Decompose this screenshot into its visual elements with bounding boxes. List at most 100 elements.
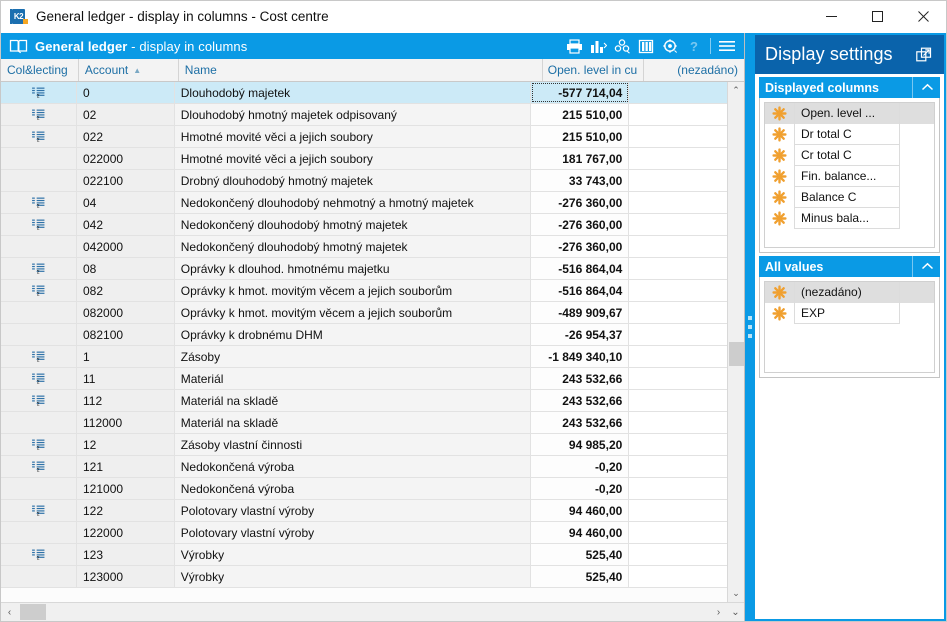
row-nezadano-cell[interactable] <box>629 456 728 477</box>
pivot-icon[interactable] <box>611 35 633 57</box>
table-row[interactable]: Σ 121 Nedokončená výroba -0,20 <box>1 456 728 478</box>
row-nezadano-cell[interactable] <box>629 522 728 543</box>
list-item[interactable]: Fin. balance... <box>765 165 934 187</box>
list-item[interactable]: Balance C <box>765 186 934 208</box>
horizontal-scroll-thumb[interactable] <box>20 604 46 620</box>
row-nezadano-cell[interactable] <box>629 104 728 125</box>
row-nezadano-cell[interactable] <box>629 214 728 235</box>
row-nezadano-cell[interactable] <box>629 82 728 103</box>
table-row[interactable]: 022100 Drobný dlouhodobý hmotný majetek 33… <box>1 170 728 192</box>
row-nezadano-cell[interactable] <box>629 126 728 147</box>
table-row[interactable]: 112000 Materiál na skladě 243 532,66 <box>1 412 728 434</box>
grid-vertical-scrollbar[interactable]: ⌃ ⌄ <box>727 82 744 602</box>
row-open-level-cell[interactable]: 33 743,00 <box>530 170 630 191</box>
row-open-level-cell[interactable]: -1 849 340,10 <box>530 346 630 367</box>
row-open-level-cell[interactable]: -577 714,04 <box>530 82 630 103</box>
section-header-all_values[interactable]: All values <box>759 256 940 277</box>
row-nezadano-cell[interactable] <box>629 258 728 279</box>
row-nezadano-cell[interactable] <box>629 500 728 521</box>
table-row[interactable]: 121000 Nedokončená výroba -0,20 <box>1 478 728 500</box>
table-row[interactable]: Σ 022 Hmotné movité věci a jejich soubory 2… <box>1 126 728 148</box>
table-row[interactable]: Σ 112 Materiál na skladě 243 532,66 <box>1 390 728 412</box>
menu-icon[interactable] <box>716 35 738 57</box>
list-item[interactable]: Minus bala... <box>765 207 934 229</box>
list-item[interactable]: EXP <box>765 302 934 324</box>
row-open-level-cell[interactable]: 215 510,00 <box>530 104 630 125</box>
row-nezadano-cell[interactable] <box>629 544 728 565</box>
row-nezadano-cell[interactable] <box>629 346 728 367</box>
row-open-level-cell[interactable]: -26 954,37 <box>530 324 630 345</box>
scroll-up-arrow-icon[interactable]: ⌃ <box>728 82 745 99</box>
chevron-up-icon[interactable] <box>912 77 934 98</box>
row-nezadano-cell[interactable] <box>629 566 728 587</box>
row-open-level-cell[interactable]: 215 510,00 <box>530 126 630 147</box>
row-nezadano-cell[interactable] <box>629 478 728 499</box>
row-open-level-cell[interactable]: 94 460,00 <box>530 500 630 521</box>
table-row[interactable]: 082100 Oprávky k drobnému DHM -26 954,37 <box>1 324 728 346</box>
table-row[interactable]: Σ 04 Nedokončený dlouhodobý nehmotný a hmo… <box>1 192 728 214</box>
columns-icon[interactable] <box>635 35 657 57</box>
grid-horizontal-scrollbar[interactable]: ‹ › ⌄ <box>1 602 744 621</box>
section-header-displayed_columns[interactable]: Displayed columns <box>759 77 940 98</box>
column-header-account[interactable]: Account ▲ <box>78 59 179 81</box>
row-nezadano-cell[interactable] <box>629 192 728 213</box>
row-open-level-cell[interactable]: 94 985,20 <box>530 434 630 455</box>
table-row[interactable]: Σ 042 Nedokončený dlouhodobý hmotný majete… <box>1 214 728 236</box>
table-row[interactable]: Σ 0 Dlouhodobý majetek -577 714,04 <box>1 82 728 104</box>
scroll-down-arrow-icon[interactable]: ⌄ <box>728 585 745 602</box>
column-header-collecting[interactable]: Col&lecting <box>1 59 79 81</box>
row-open-level-cell[interactable]: 525,40 <box>530 566 630 587</box>
row-nezadano-cell[interactable] <box>629 324 728 345</box>
table-row[interactable]: Σ 12 Zásoby vlastní činnosti 94 985,20 <box>1 434 728 456</box>
row-open-level-cell[interactable]: 243 532,66 <box>530 390 630 411</box>
maximize-button[interactable] <box>854 1 900 32</box>
row-open-level-cell[interactable]: -276 360,00 <box>530 214 630 235</box>
table-row[interactable]: 042000 Nedokončený dlouhodobý hmotný maje… <box>1 236 728 258</box>
row-open-level-cell[interactable]: 94 460,00 <box>530 522 630 543</box>
print-icon[interactable] <box>563 35 585 57</box>
row-open-level-cell[interactable]: -0,20 <box>530 478 630 499</box>
row-nezadano-cell[interactable] <box>629 302 728 323</box>
row-nezadano-cell[interactable] <box>629 412 728 433</box>
open-in-new-window-icon[interactable] <box>914 45 934 65</box>
row-nezadano-cell[interactable] <box>629 434 728 455</box>
minimize-button[interactable] <box>808 1 854 32</box>
row-open-level-cell[interactable]: -276 360,00 <box>530 236 630 257</box>
row-open-level-cell[interactable]: -276 360,00 <box>530 192 630 213</box>
row-open-level-cell[interactable]: 243 532,66 <box>530 412 630 433</box>
table-row[interactable]: 123000 Výrobky 525,40 <box>1 566 728 588</box>
pane-splitter[interactable] <box>745 33 755 621</box>
row-open-level-cell[interactable]: -516 864,04 <box>530 280 630 301</box>
scroll-down-chevron-icon[interactable]: ⌄ <box>727 603 744 621</box>
row-nezadano-cell[interactable] <box>629 368 728 389</box>
column-header-open-level[interactable]: Open. level in cu <box>543 59 645 81</box>
table-row[interactable]: Σ 11 Materiál 243 532,66 <box>1 368 728 390</box>
table-row[interactable]: Σ 1 Zásoby -1 849 340,10 <box>1 346 728 368</box>
table-row[interactable]: Σ 123 Výrobky 525,40 <box>1 544 728 566</box>
close-button[interactable] <box>900 1 946 32</box>
row-open-level-cell[interactable]: 525,40 <box>530 544 630 565</box>
row-nezadano-cell[interactable] <box>629 170 728 191</box>
table-row[interactable]: 082000 Oprávky k hmot. movitým věcem a je… <box>1 302 728 324</box>
chevron-up-icon[interactable] <box>912 256 934 277</box>
column-header-name[interactable]: Name <box>178 59 544 81</box>
vertical-scroll-track[interactable] <box>728 99 745 585</box>
row-nezadano-cell[interactable] <box>629 280 728 301</box>
column-header-nezadano[interactable]: (nezadáno) <box>644 59 745 81</box>
vertical-scroll-thumb[interactable] <box>728 342 744 366</box>
list-item[interactable]: Open. level ... <box>765 102 934 124</box>
scroll-right-arrow-icon[interactable]: › <box>710 603 727 621</box>
scroll-left-arrow-icon[interactable]: ‹ <box>1 603 18 621</box>
table-row[interactable]: Σ 122 Polotovary vlastní výroby 94 460,00 <box>1 500 728 522</box>
horizontal-scroll-track[interactable] <box>18 603 710 621</box>
table-row[interactable]: 022000 Hmotné movité věci a jejich soubor… <box>1 148 728 170</box>
table-row[interactable]: Σ 08 Oprávky k dlouhod. hmotnému majetku -5… <box>1 258 728 280</box>
chart-icon[interactable] <box>587 35 609 57</box>
row-nezadano-cell[interactable] <box>629 390 728 411</box>
table-row[interactable]: Σ 02 Dlouhodobý hmotný majetek odpisovaný 2… <box>1 104 728 126</box>
row-nezadano-cell[interactable] <box>629 236 728 257</box>
row-nezadano-cell[interactable] <box>629 148 728 169</box>
help-icon[interactable]: ? <box>683 35 705 57</box>
table-row[interactable]: 122000 Polotovary vlastní výroby 94 460,00 <box>1 522 728 544</box>
list-item[interactable]: Cr total C <box>765 144 934 166</box>
